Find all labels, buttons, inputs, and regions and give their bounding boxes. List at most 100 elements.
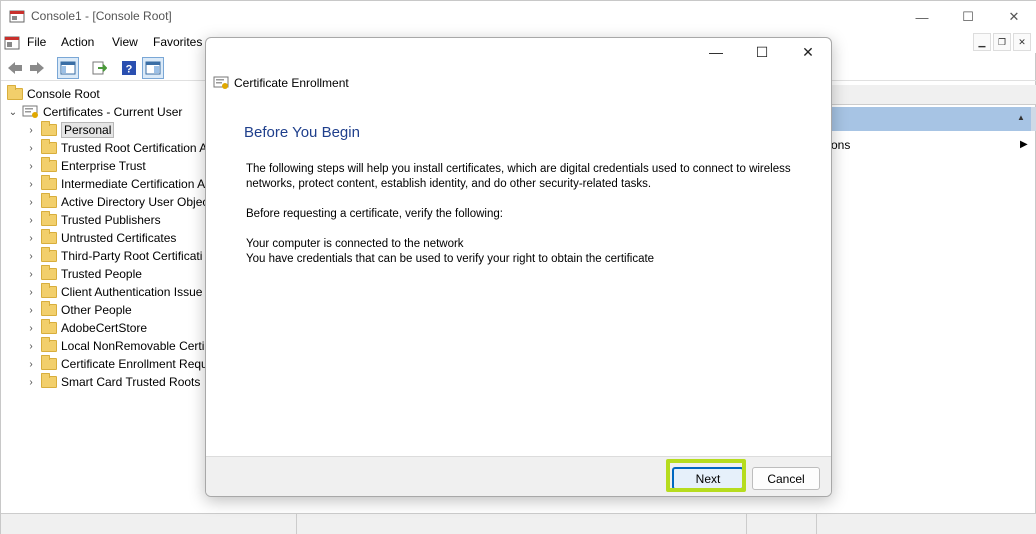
tree-node-label: Local NonRemovable Certi <box>61 339 205 353</box>
chevron-right-icon[interactable]: › <box>25 125 37 136</box>
chevron-right-icon[interactable]: › <box>25 323 37 334</box>
menu-view[interactable]: View <box>112 35 138 49</box>
chevron-right-icon[interactable]: › <box>25 377 37 388</box>
actions-scrollbar[interactable] <box>1031 107 1036 131</box>
requirement-credentials: You have credentials that can be used to… <box>246 253 655 265</box>
tree-node-folder[interactable]: › Certificate Enrollment Requ <box>25 355 208 373</box>
chevron-right-icon[interactable]: › <box>25 305 37 316</box>
console-system-icon[interactable] <box>4 35 20 51</box>
export-list-icon[interactable] <box>88 57 110 79</box>
folder-icon <box>41 319 57 334</box>
chevron-right-icon[interactable]: › <box>25 287 37 298</box>
folder-icon <box>41 121 57 136</box>
dialog-minimize-button[interactable]: — <box>693 38 739 66</box>
more-actions-link[interactable]: ons <box>831 138 850 152</box>
tree-node-console-root[interactable]: Console Root <box>5 85 100 103</box>
menu-file[interactable]: File <box>27 35 46 49</box>
status-segment <box>747 514 817 534</box>
mmc-app-icon <box>9 10 25 23</box>
folder-icon <box>41 157 57 172</box>
menu-action[interactable]: Action <box>61 35 94 49</box>
tree-node-folder[interactable]: › Third-Party Root Certificati <box>25 247 202 265</box>
tree-node-label: Third-Party Root Certificati <box>61 249 203 263</box>
window-title: Console1 - [Console Root] <box>31 9 172 23</box>
tree-node-label: Trusted Publishers <box>61 213 161 227</box>
dialog-window-controls: — ☐ ✕ <box>693 38 831 66</box>
certificate-store-icon <box>22 105 38 118</box>
chevron-right-icon[interactable]: › <box>25 143 37 154</box>
chevron-right-icon[interactable]: › <box>25 341 37 352</box>
tree-node-folder[interactable]: › Personal <box>25 121 115 139</box>
page-title: Before You Begin <box>244 124 360 141</box>
mdi-minimize-button[interactable]: ▁ <box>973 33 991 51</box>
folder-icon <box>41 247 57 262</box>
tree-node-certificates-current-user[interactable]: ⌄ Certificates - Current User <box>7 103 183 121</box>
tree-node-folder[interactable]: › Client Authentication Issue <box>25 283 202 301</box>
chevron-right-icon[interactable]: › <box>25 197 37 208</box>
certificate-icon <box>213 76 229 89</box>
show-hide-tree-icon[interactable] <box>57 57 79 79</box>
tree-node-label: Intermediate Certification A <box>61 177 206 191</box>
tree-node-folder[interactable]: › Trusted Root Certification A <box>25 139 207 157</box>
tree-node-folder[interactable]: › Enterprise Trust <box>25 157 146 175</box>
tree-node-folder[interactable]: › Trusted Publishers <box>25 211 161 229</box>
tree-node-label: Untrusted Certificates <box>61 231 177 245</box>
tree-node-label: Enterprise Trust <box>61 159 146 173</box>
tree-node-label: Personal <box>61 122 115 138</box>
tree-node-folder[interactable]: › Other People <box>25 301 132 319</box>
chevron-right-icon[interactable]: › <box>25 215 37 226</box>
maximize-button[interactable]: ☐ <box>945 1 991 33</box>
dialog-title-text: Certificate Enrollment <box>234 76 349 90</box>
cancel-button[interactable]: Cancel <box>752 467 820 490</box>
tree-node-folder[interactable]: › AdobeCertStore <box>25 319 147 337</box>
folder-icon <box>41 229 57 244</box>
chevron-down-icon[interactable]: ⌄ <box>7 107 19 118</box>
folder-icon <box>41 337 57 352</box>
tree-node-folder[interactable]: › Intermediate Certification A <box>25 175 205 193</box>
tree-node-label: Client Authentication Issue <box>61 285 203 299</box>
tree-node-label: Smart Card Trusted Roots <box>61 375 201 389</box>
mdi-restore-button[interactable]: ❐ <box>993 33 1011 51</box>
chevron-right-icon[interactable]: › <box>25 161 37 172</box>
tree-node-folder[interactable]: › Smart Card Trusted Roots <box>25 373 200 391</box>
back-arrow-icon[interactable] <box>4 57 26 79</box>
folder-icon <box>41 265 57 280</box>
tree-node-folder[interactable]: › Active Directory User Objec <box>25 193 208 211</box>
tree-node-folder[interactable]: › Trusted People <box>25 265 142 283</box>
requirement-network: Your computer is connected to the networ… <box>246 238 464 250</box>
actions-header <box>831 85 1036 105</box>
folder-icon <box>41 139 57 154</box>
mdi-close-button[interactable]: ✕ <box>1013 33 1031 51</box>
minimize-button[interactable]: — <box>899 1 945 33</box>
status-bar <box>1 513 1036 534</box>
help-icon[interactable]: ? <box>118 57 140 79</box>
chevron-right-icon[interactable]: › <box>25 179 37 190</box>
folder-icon <box>41 211 57 226</box>
chevron-right-icon[interactable]: › <box>25 251 37 262</box>
menu-favorites[interactable]: Favorites <box>153 35 202 49</box>
tree-node-label: Trusted Root Certification A <box>61 141 208 155</box>
folder-icon <box>41 175 57 190</box>
actions-section-bar[interactable] <box>831 107 1031 131</box>
status-segment <box>1 514 297 534</box>
next-button-highlight <box>666 459 746 492</box>
mdi-controls: ▁ ❐ ✕ <box>971 33 1031 51</box>
chevron-right-icon[interactable]: › <box>25 359 37 370</box>
show-action-pane-icon[interactable] <box>142 57 164 79</box>
tree-node-folder[interactable]: › Untrusted Certificates <box>25 229 176 247</box>
forward-arrow-icon[interactable] <box>26 57 48 79</box>
folder-icon <box>41 301 57 316</box>
tree-node-label: Other People <box>61 303 132 317</box>
chevron-right-icon[interactable]: › <box>25 269 37 280</box>
svg-text:?: ? <box>126 64 133 76</box>
title-bar: Console1 - [Console Root] — ☐ ✕ <box>1 1 1036 33</box>
folder-icon <box>41 283 57 298</box>
dialog-maximize-button[interactable]: ☐ <box>739 38 785 66</box>
submenu-arrow-icon: ▶ <box>1020 139 1028 150</box>
close-button[interactable]: ✕ <box>991 1 1036 33</box>
chevron-up-icon[interactable]: ▲ <box>1017 113 1025 122</box>
chevron-right-icon[interactable]: › <box>25 233 37 244</box>
dialog-close-button[interactable]: ✕ <box>785 38 831 66</box>
tree-node-label: Certificate Enrollment Requ <box>61 357 208 371</box>
tree-node-folder[interactable]: › Local NonRemovable Certi <box>25 337 204 355</box>
